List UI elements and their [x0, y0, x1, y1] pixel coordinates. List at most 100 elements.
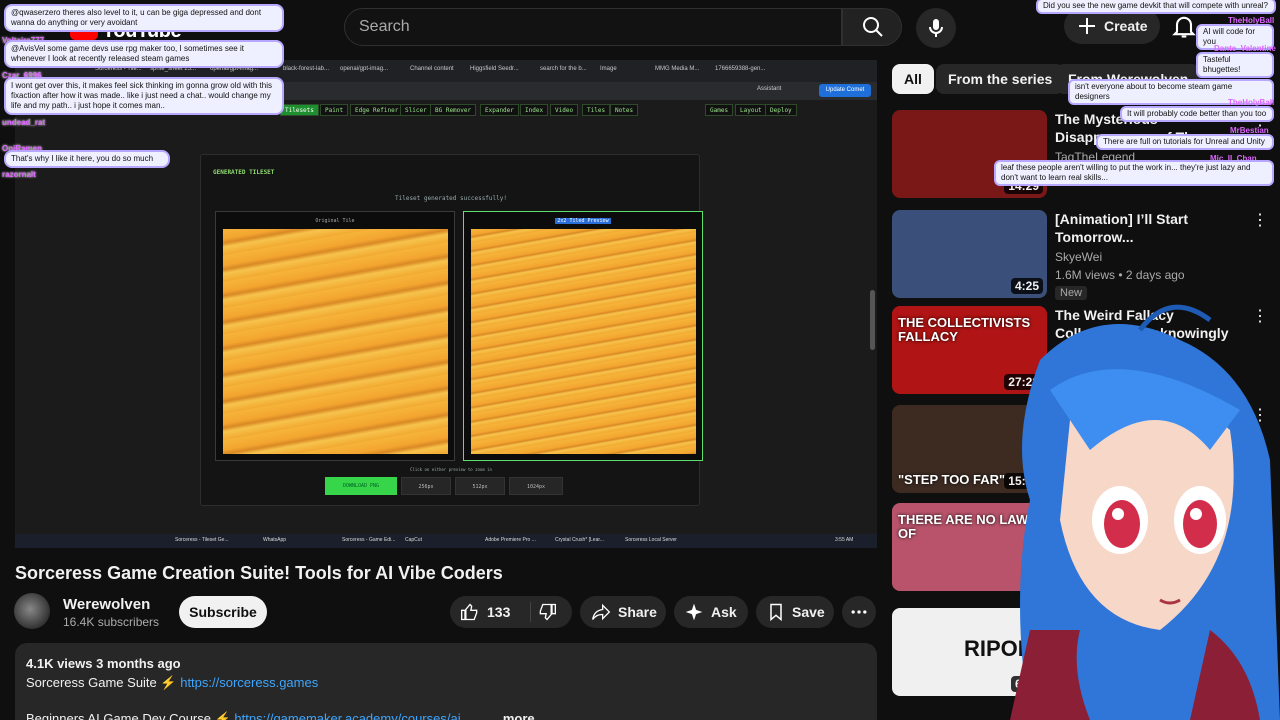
chat-message: I wont get over this, it makes feel sick… — [4, 77, 284, 115]
channel-name[interactable]: Werewolven — [63, 596, 150, 613]
save-button[interactable]: Save — [756, 596, 834, 628]
microphone-icon — [929, 19, 943, 37]
view-stats: 4.1K views 3 months ago — [26, 656, 181, 671]
app-nav-pill: Notes — [610, 104, 639, 116]
taskbar-item: Sorceress - Tileset Ge... — [175, 537, 229, 543]
new-badge: New — [1055, 286, 1088, 300]
voice-search-button[interactable] — [916, 8, 956, 48]
sand-tile-image — [223, 229, 448, 454]
app-nav-pill: Expander — [480, 104, 519, 116]
chat-username: razornalt — [2, 170, 36, 179]
browser-tab: openai/gpt-imag... — [340, 66, 389, 72]
download-png-button: DOWNLOAD PNG — [325, 477, 397, 495]
video-player[interactable]: Sorceress - Tile... sprite_sheet 25... ope… — [15, 60, 877, 548]
sorceress-link[interactable]: https://sorceress.games — [180, 675, 318, 690]
search-box[interactable] — [344, 8, 842, 46]
more-actions-button[interactable] — [842, 596, 876, 628]
browser-tab: black-forest-lab... — [283, 66, 330, 72]
plus-icon — [1079, 18, 1095, 34]
lightning-icon-2: ⚡ — [214, 711, 231, 720]
share-button[interactable]: Share — [580, 596, 666, 628]
more-horizontal-icon — [851, 610, 867, 614]
show-more-link[interactable]: ...more — [492, 711, 535, 720]
sparkle-icon — [685, 603, 703, 621]
share-icon — [592, 603, 611, 621]
recommendation-stats: 1.6M views • 2 days ago — [1055, 268, 1185, 282]
panel-title: GENERATED TILESET — [213, 169, 275, 176]
search-icon — [863, 17, 883, 37]
chat-message: @AvisVel some game devs use rpg maker to… — [4, 40, 284, 68]
description-line-1: Sorceress Game Suite ⚡ https://sorceress… — [26, 675, 318, 691]
taskbar-item: Crystal Crush* [Lear... — [555, 537, 604, 543]
size-256-button: 256px — [401, 477, 451, 495]
app-nav-pill: Video — [550, 104, 579, 116]
generated-tileset-panel: GENERATED TILESET Tileset generated succ… — [200, 154, 703, 506]
description-line-1-text: Sorceress Game Suite — [26, 675, 157, 690]
search-input[interactable] — [359, 9, 829, 45]
chat-message: leaf these people aren't willing to put … — [994, 160, 1274, 186]
update-comet-button: Update Comet — [819, 84, 871, 97]
app-nav-pill: Tilesets — [280, 104, 319, 116]
browser-tab: search for the b... — [540, 66, 587, 72]
success-message: Tileset generated successfully! — [395, 195, 507, 202]
recommendation-item[interactable]: 4:25 [Animation] I’ll Start Tomorrow... Sk… — [892, 210, 1280, 300]
recommendation-thumbnail[interactable]: 4:25 — [892, 210, 1047, 298]
channel-avatar[interactable] — [14, 593, 50, 629]
app-nav-right-pill: Deploy — [765, 104, 797, 116]
like-count: 133 — [487, 604, 511, 620]
video-duration: 4:25 — [1010, 278, 1043, 294]
chip-all[interactable]: All — [892, 64, 934, 94]
original-tile-box: Original Tile — [215, 211, 455, 461]
tiled-preview-box: 2x2 Tiled Preview — [463, 211, 703, 461]
browser-tab: 1766659388-gen... — [715, 66, 766, 72]
chat-message: That's why I like it here, you do so muc… — [4, 150, 170, 168]
like-button[interactable]: 133 — [450, 596, 530, 628]
search-button[interactable] — [842, 8, 902, 46]
taskbar-item: CapCut — [405, 537, 422, 543]
app-nav-pill: BG Remover — [430, 104, 477, 116]
taskbar-clock: 3:55 AM — [835, 537, 854, 543]
app-nav-bar: Tilesets Paint Edge Refiner Slicer BG Remove… — [190, 104, 877, 118]
original-caption: Original Tile — [315, 218, 355, 224]
app-nav-pill: Edge Refiner — [350, 104, 404, 116]
browser-tab: Higgsfield Seedr... — [470, 66, 519, 72]
app-nav-pill: Tiles — [582, 104, 611, 116]
dislike-button[interactable] — [531, 596, 572, 628]
app-nav-pill: Paint — [320, 104, 349, 116]
recommendation-title[interactable]: [Animation] I’ll Start Tomorrow... — [1055, 210, 1251, 246]
like-dislike-group: 133 — [450, 596, 572, 628]
save-label: Save — [792, 604, 825, 620]
chat-username: undead_rat — [2, 118, 46, 127]
size-512-button: 512px — [455, 477, 505, 495]
chat-message: @qwaserzero theres also level to it, u c… — [4, 4, 284, 32]
taskbar-item: Adobe Premiere Pro ... — [485, 537, 536, 543]
description-box[interactable]: 4.1K views 3 months ago Sorceress Game S… — [15, 643, 877, 720]
windows-taskbar: 3:55 AM Sorceress - Tileset Ge... WhatsAp… — [15, 534, 877, 548]
ask-button[interactable]: Ask — [674, 596, 748, 628]
ask-label: Ask — [711, 604, 737, 620]
lightning-icon: ⚡ — [160, 675, 177, 690]
thumbs-up-icon — [461, 603, 478, 621]
vtuber-avatar — [1010, 304, 1280, 720]
bookmark-icon — [770, 603, 782, 622]
description-line-2: Beginners AI Game Dev Course ⚡ https://g… — [26, 711, 471, 720]
more-options-icon[interactable]: ⋮ — [1252, 210, 1268, 230]
chat-message: There are full on tutorials for Unreal a… — [1096, 134, 1274, 150]
subscribe-button[interactable]: Subscribe — [179, 596, 267, 628]
recommendation-channel[interactable]: SkyeWei — [1055, 250, 1102, 264]
browser-tab: MMG Media M... — [655, 66, 700, 72]
chat-message: It will probably code better than you to… — [1120, 106, 1274, 122]
chat-message: Did you see the new game devkit that wil… — [1036, 0, 1276, 14]
share-label: Share — [618, 604, 657, 620]
youtube-watch-page: YouTube Create Sorceress - Tile...sprite… — [0, 0, 1280, 720]
preview-caption: 2x2 Tiled Preview — [555, 218, 611, 224]
taskbar-item: Sorceress Local Server — [625, 537, 677, 543]
zoom-hint: Click on either preview to zoom in — [410, 467, 492, 472]
subscriber-count: 16.4K subscribers — [63, 615, 160, 629]
app-nav-right-pill: Layout — [735, 104, 767, 116]
browser-tab: Channel content — [410, 66, 454, 72]
notifications-bell-icon[interactable] — [1170, 12, 1198, 40]
course-link[interactable]: https://gamemaker.academy/courses/ai... — [234, 711, 471, 720]
chip-from-series[interactable]: From the series — [936, 64, 1065, 94]
create-label: Create — [1104, 18, 1148, 34]
